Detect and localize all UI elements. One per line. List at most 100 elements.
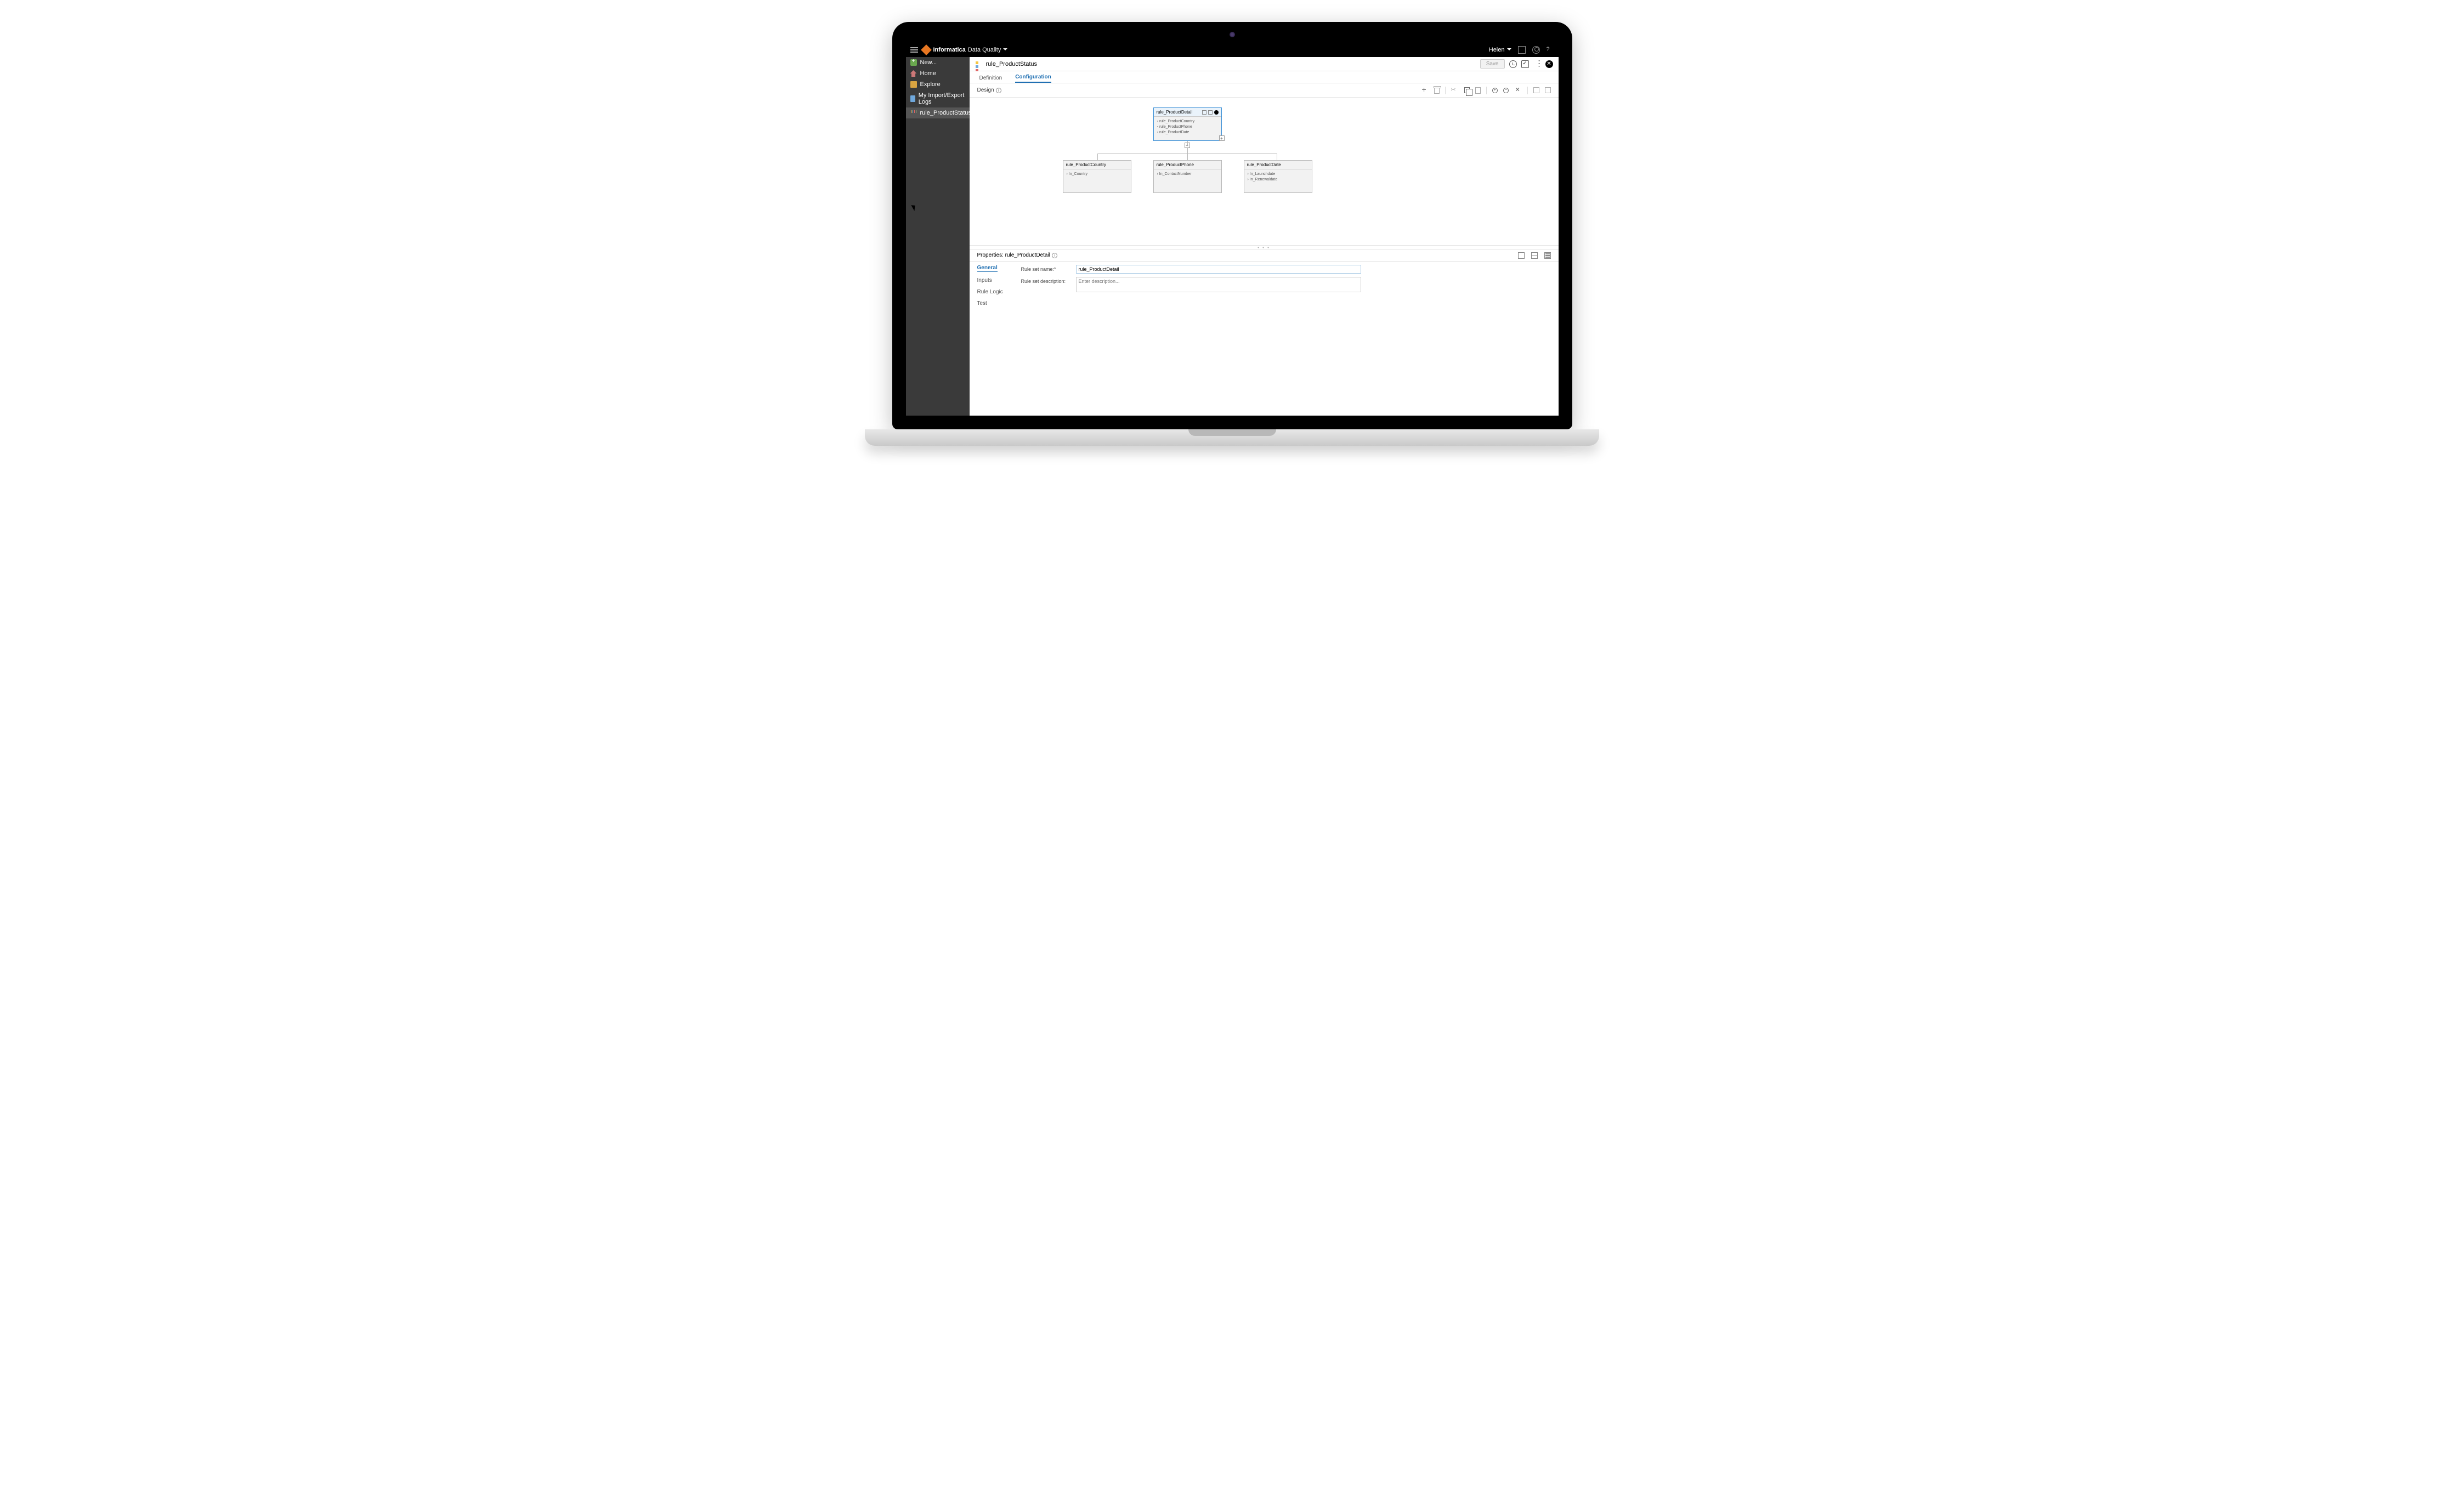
page-title: rule_ProductStatus [986, 61, 1038, 67]
node-item: In_Renewaldate [1248, 177, 1309, 183]
node-max-icon[interactable] [1208, 110, 1213, 115]
splitter-handle[interactable]: • • • [970, 245, 1559, 249]
node-body: In_Launchdate In_Renewaldate [1244, 169, 1312, 188]
sidebar-item-label: Explore [920, 81, 941, 88]
sidebar-item-explore[interactable]: Explore [906, 79, 970, 90]
node-header[interactable]: rule_ProductCountry [1063, 161, 1131, 169]
prop-tab-test[interactable]: Test [977, 300, 1016, 307]
tab-configuration[interactable]: Configuration [1015, 74, 1051, 83]
hamburger-icon[interactable] [910, 47, 918, 53]
node-child[interactable]: rule_ProductPhone In_ContactNumber [1153, 160, 1222, 193]
camera [1230, 32, 1235, 37]
node-title: rule_ProductCountry [1066, 162, 1106, 167]
notifications-icon[interactable] [1518, 46, 1526, 54]
close-page-icon[interactable]: ✕ [1545, 60, 1553, 68]
sidebar-item-label: My Import/Export Logs [919, 92, 965, 105]
rule-icon [910, 110, 917, 116]
help-icon[interactable] [1547, 46, 1554, 54]
zoom-in-icon[interactable] [1492, 88, 1498, 93]
zoom-out-icon[interactable] [1503, 88, 1509, 93]
cut-icon[interactable] [1451, 87, 1459, 94]
save-button[interactable]: Save [1480, 59, 1505, 69]
prop-tab-general[interactable]: General [977, 265, 998, 272]
form-row-desc: Rule set description: [1021, 277, 1551, 292]
sidebar-item-rule[interactable]: rule_ProductStatus × [906, 107, 970, 118]
sidebar-item-label: rule_ProductStatus [920, 110, 972, 116]
header-right: Helen [1489, 46, 1554, 54]
app-body: New... Home Explore My Import/Export Log… [906, 57, 1559, 416]
laptop-notch [1188, 429, 1276, 436]
copy-icon[interactable] [1464, 87, 1470, 93]
separator [1445, 87, 1446, 94]
collapse-icon[interactable] [1545, 87, 1551, 93]
layout-min-icon[interactable] [1518, 252, 1525, 259]
separator [1527, 87, 1528, 94]
node-title: rule_ProductPhone [1157, 162, 1194, 167]
validate-icon[interactable] [1521, 60, 1529, 68]
sidebar: New... Home Explore My Import/Export Log… [906, 57, 970, 416]
laptop-base [865, 429, 1599, 446]
fit-icon[interactable] [1514, 87, 1522, 94]
delete-icon[interactable] [1434, 88, 1440, 94]
paste-icon[interactable] [1475, 87, 1481, 94]
logs-icon [910, 95, 915, 102]
layout-half-icon[interactable] [1531, 252, 1538, 259]
properties-form: Rule set name:* Rule set description: [1016, 265, 1551, 412]
layout-max-icon[interactable] [1544, 252, 1551, 259]
sidebar-item-home[interactable]: Home [906, 68, 970, 79]
properties-header: Properties: rule_ProductDetail i [970, 249, 1559, 262]
screen: Informatica Data Quality Helen New... [906, 43, 1559, 416]
add-icon[interactable] [1421, 87, 1429, 94]
user-icon[interactable] [1532, 46, 1540, 54]
bezel: Informatica Data Quality Helen New... [892, 22, 1572, 429]
node-item: In_Country [1067, 172, 1128, 177]
properties-title: Properties: rule_ProductDetail [977, 252, 1050, 258]
properties-side-tabs: General Inputs Rule Logic Test [977, 265, 1016, 412]
node-header[interactable]: rule_ProductDate [1244, 161, 1312, 169]
app-header: Informatica Data Quality Helen [906, 43, 1559, 57]
node-item: In_Launchdate [1248, 172, 1309, 177]
prop-tab-rule-logic[interactable]: Rule Logic [977, 289, 1016, 295]
node-title: rule_ProductDetail [1157, 110, 1193, 115]
connector [1187, 148, 1188, 154]
home-icon [910, 70, 917, 77]
info-icon[interactable]: i [1052, 253, 1057, 258]
info-icon[interactable]: i [996, 88, 1001, 93]
rule-set-description-input[interactable] [1076, 277, 1361, 292]
node-header[interactable]: rule_ProductPhone [1154, 161, 1221, 169]
node-parent[interactable]: rule_ProductDetail rule_ProductCountry r… [1153, 107, 1222, 141]
node-status-icon [1214, 110, 1219, 115]
page-actions: Save ✕ [1480, 59, 1553, 69]
node-body: In_ContactNumber [1154, 169, 1221, 183]
node-header[interactable]: rule_ProductDetail [1154, 108, 1221, 117]
node-item: rule_ProductDate [1157, 130, 1218, 135]
node-item: In_ContactNumber [1157, 172, 1218, 177]
rule-set-name-input[interactable] [1076, 265, 1361, 274]
tab-definition[interactable]: Definition [979, 75, 1002, 83]
history-icon[interactable] [1509, 60, 1517, 68]
toolbar-icons [1421, 87, 1551, 94]
brand-name: Informatica [933, 47, 966, 53]
user-menu[interactable]: Helen [1489, 47, 1511, 53]
design-canvas[interactable]: rule_ProductDetail rule_ProductCountry r… [970, 98, 1559, 245]
sidebar-item-new[interactable]: New... [906, 57, 970, 68]
more-icon[interactable] [1533, 60, 1541, 68]
node-item: rule_ProductPhone [1157, 124, 1218, 130]
node-item: rule_ProductCountry [1157, 119, 1218, 124]
design-label: Design [977, 87, 994, 93]
sidebar-item-logs[interactable]: My Import/Export Logs [906, 90, 970, 107]
page-header: rule_ProductStatus Save ✕ [970, 57, 1559, 71]
desc-label: Rule set description: [1021, 277, 1076, 284]
product-switcher[interactable]: Data Quality [968, 47, 1008, 53]
tabs-bar: Definition Configuration [970, 71, 1559, 83]
node-child[interactable]: rule_ProductCountry In_Country [1063, 160, 1131, 193]
prop-tab-inputs[interactable]: Inputs [977, 277, 1016, 283]
main-area: rule_ProductStatus Save ✕ Definition Con… [970, 57, 1559, 416]
connector [1187, 154, 1188, 160]
brand-logo-icon [921, 44, 932, 55]
node-min-icon[interactable] [1202, 110, 1206, 115]
add-port-icon[interactable]: + [1219, 135, 1225, 141]
node-child[interactable]: rule_ProductDate In_Launchdate In_Renewa… [1244, 160, 1312, 193]
expand-icon[interactable] [1533, 87, 1539, 93]
connector [1097, 154, 1098, 160]
